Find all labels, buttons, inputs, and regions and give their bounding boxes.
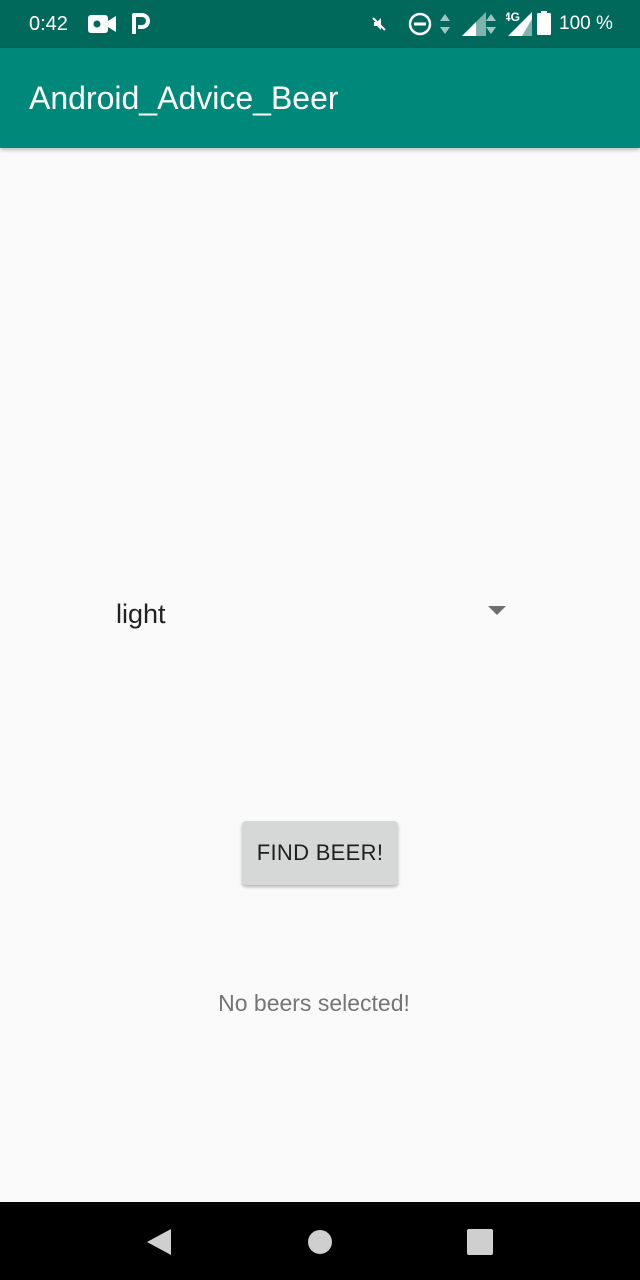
do-not-disturb-icon — [408, 12, 432, 36]
data-arrows-icon — [440, 14, 450, 34]
battery-icon — [537, 11, 551, 35]
back-icon[interactable] — [145, 1227, 173, 1257]
mute-icon — [372, 17, 386, 31]
signal-4g-icon: 4G — [506, 10, 532, 36]
status-time: 0:42 — [29, 13, 68, 35]
app-title: Android_Advice_Beer — [29, 80, 339, 116]
dropdown-arrow-icon — [488, 606, 506, 615]
beer-color-spinner[interactable]: light — [104, 590, 516, 638]
navigation-bar — [0, 1202, 640, 1280]
video-camera-icon — [88, 15, 116, 33]
app-bar: Android_Advice_Beer — [0, 48, 640, 148]
signal-icon — [462, 12, 486, 36]
find-beer-button[interactable]: FIND BEER! — [242, 821, 398, 885]
recents-icon[interactable] — [466, 1228, 494, 1256]
battery-percentage: 100 % — [559, 13, 613, 34]
parking-icon — [132, 13, 150, 34]
home-icon[interactable] — [306, 1228, 334, 1256]
svg-text:4G: 4G — [506, 10, 520, 24]
status-bar: 0:42 4G 100 % — [0, 0, 640, 48]
main-content: light FIND BEER! No beers selected! — [0, 148, 640, 1202]
spinner-selected-value: light — [116, 599, 166, 629]
result-text: No beers selected! — [218, 990, 410, 1016]
data-arrows-icon — [486, 14, 496, 34]
